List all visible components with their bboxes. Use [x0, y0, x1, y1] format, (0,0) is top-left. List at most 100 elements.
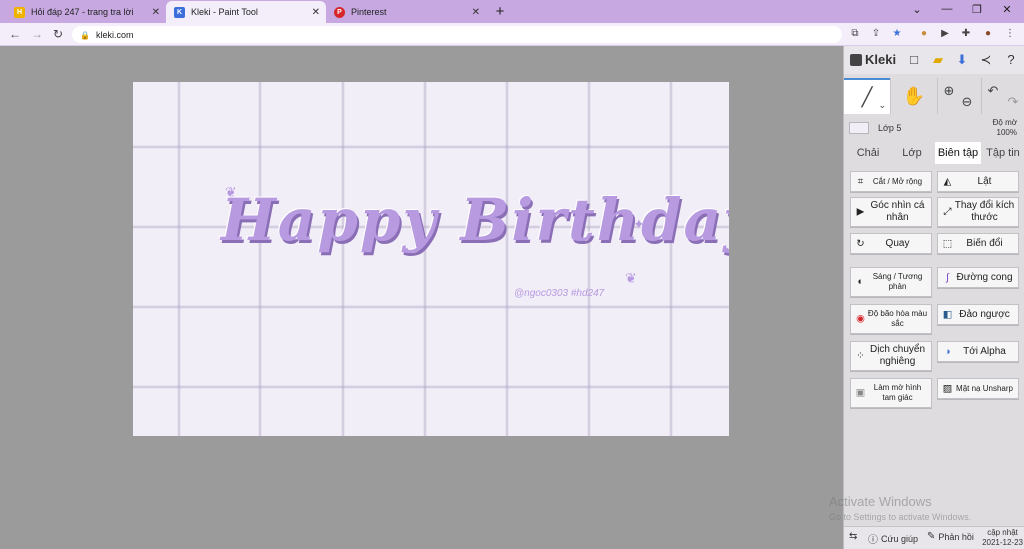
new-tab-button[interactable]: + — [492, 3, 508, 20]
drawing-canvas[interactable]: ❦ Happy Birthday ✦ ❦ @ngoc0303 #hd247 — [133, 82, 729, 436]
tab-kleki[interactable]: K Kleki - Paint Tool ✕ — [166, 1, 326, 23]
rotate-icon: ↻ — [856, 238, 865, 249]
extensions-puzzle-icon[interactable]: ✚ — [960, 28, 972, 40]
forward-arrow-icon[interactable]: → — [30, 27, 44, 41]
tab-file[interactable]: Tập tin — [982, 142, 1024, 164]
update-info[interactable]: cập nhật 2021-12-23 — [982, 528, 1023, 548]
url-text: kleki.com — [96, 29, 134, 40]
watermark-text: @ngoc0303 #hd247 — [514, 288, 605, 299]
undo-button[interactable]: ↶ — [982, 73, 1004, 109]
close-window-icon[interactable]: ✕ — [1000, 3, 1014, 16]
transform-button[interactable]: ⬚ Biến đổi — [937, 233, 1019, 254]
extension-cookie-icon[interactable]: ● — [918, 28, 930, 40]
resize-button[interactable]: ⤢ Thay đổi kích thước — [937, 197, 1019, 227]
panel-footer: ⇆ ⓘ Cứu giúp ✎ Phản hồi cập nhật 2021-12-2… — [844, 526, 1024, 549]
contrast-icon: ◐ — [857, 276, 864, 288]
canvas-workspace[interactable]: ❦ Happy Birthday ✦ ❦ @ngoc0303 #hd247 — [0, 46, 843, 549]
new-image-icon[interactable]: □ — [906, 52, 922, 68]
download-icon[interactable]: ⬇ — [954, 52, 970, 68]
grid-line — [133, 305, 729, 309]
feedback-button[interactable]: ✎ Phản hồi — [927, 531, 974, 542]
close-tab-icon[interactable]: ✕ — [312, 7, 320, 18]
invert-button[interactable]: ◧ Đảo ngược — [937, 304, 1019, 325]
browser-tab-strip: H Hỏi đáp 247 - trang tra lời ✕ K Kleki … — [0, 0, 1024, 23]
url-field[interactable]: 🔒 kleki.com — [72, 26, 842, 43]
bookmark-star-icon[interactable]: ★ — [891, 28, 903, 40]
close-tab-icon[interactable]: ✕ — [472, 7, 480, 18]
to-alpha-button[interactable]: ◑ Tới Alpha — [937, 341, 1019, 362]
pinterest-favicon-icon: P — [334, 6, 345, 18]
transform-icon: ⬚ — [942, 238, 953, 249]
layer-name: Lớp 5 — [878, 123, 902, 133]
kleki-side-panel: Kleki □ ▰ ⬇ ≺ ? ╱ ⌄ ✋ ⊕ ⊖ ↶ ↷ Lớp 5 Độ m… — [843, 46, 1024, 549]
unsharp-mask-icon: ▨ — [942, 383, 953, 394]
back-arrow-icon[interactable]: ← — [8, 27, 22, 41]
triangle-blur-button[interactable]: ▣ Làm mờ hình tam giác — [850, 378, 932, 408]
brush-tool[interactable]: ╱ ⌄ — [844, 78, 890, 114]
panel-tabs: Chải Lớp Biên tập Tập tin — [844, 142, 1024, 164]
grid-line — [505, 82, 509, 436]
to-alpha-icon: ◑ — [944, 346, 951, 357]
tab-edit[interactable]: Biên tập — [935, 142, 981, 164]
hue-saturation-button[interactable]: ◉ Độ bão hòa màu sắc — [850, 304, 932, 334]
tab-pinterest[interactable]: P Pinterest ✕ — [326, 1, 486, 23]
profile-avatar-icon[interactable]: ● — [982, 28, 994, 40]
grid-line — [133, 385, 729, 389]
grid-line — [341, 82, 345, 436]
tab-brush[interactable]: Chải — [848, 142, 888, 164]
grid-line — [423, 82, 427, 436]
tab-title: Pinterest — [351, 7, 387, 17]
flip-button[interactable]: ◭ Lật — [937, 171, 1019, 192]
active-layer-row[interactable]: Lớp 5 Độ mờ 100% — [844, 118, 1024, 138]
kleki-favicon-icon: K — [174, 6, 185, 18]
activate-windows-subtitle: Go to Settings to activate Windows. — [829, 512, 972, 522]
curves-icon: ∫ — [946, 272, 949, 283]
hand-tool[interactable]: ✋ — [891, 78, 937, 114]
kleki-logo[interactable]: Kleki — [850, 52, 896, 67]
redo-icon: ↷ — [1007, 94, 1019, 109]
help-button[interactable]: ⓘ Cứu giúp — [868, 531, 918, 547]
undo-icon: ↶ — [987, 83, 999, 98]
zoom-out-button[interactable]: ⊖ — [956, 84, 978, 120]
redo-button[interactable]: ↷ — [1002, 84, 1024, 120]
curves-button[interactable]: ∫ Đường cong — [937, 267, 1019, 288]
resize-icon: ⤢ — [943, 206, 952, 218]
minimize-icon[interactable]: — — [940, 3, 954, 15]
zoom-in-icon: ⊕ — [943, 83, 955, 98]
perspective-button[interactable]: ▶ Góc nhìn cá nhân — [850, 197, 932, 227]
layer-thumbnail — [849, 122, 869, 134]
extension-play-icon[interactable]: ▶ — [939, 28, 951, 40]
reload-icon[interactable]: ↻ — [51, 27, 65, 41]
share-icon[interactable]: ≺ — [978, 52, 994, 68]
triangle-blur-icon: ▣ — [855, 387, 866, 399]
saturation-icon: ◉ — [856, 313, 865, 325]
share-icon[interactable]: ⇪ — [870, 28, 882, 40]
tab-title: Hỏi đáp 247 - trang tra lời — [31, 7, 134, 17]
crop-extend-button[interactable]: ⌗ Cắt / Mở rộng — [850, 171, 932, 192]
close-tab-icon[interactable]: ✕ — [152, 7, 160, 18]
rotate-button[interactable]: ↻ Quay — [850, 233, 932, 254]
zoom-out-icon: ⊖ — [961, 94, 973, 109]
tool-bar: ╱ ⌄ ✋ ⊕ ⊖ ↶ ↷ — [844, 78, 1024, 114]
maximize-icon[interactable]: ❐ — [970, 3, 984, 16]
chevron-down-icon[interactable]: ⌄ — [878, 100, 886, 111]
hoidap-favicon-icon: H — [14, 6, 25, 18]
open-folder-icon[interactable]: ▰ — [930, 52, 946, 68]
grid-line — [587, 82, 591, 436]
tilt-shift-button[interactable]: ⁘ Dịch chuyển nghiêng — [850, 341, 932, 371]
tab-layers[interactable]: Lớp — [892, 142, 932, 164]
help-icon[interactable]: ? — [1003, 52, 1019, 68]
brightness-contrast-button[interactable]: ◐ Sáng / Tương phản — [850, 267, 932, 297]
tab-search-icon[interactable]: ⌄ — [910, 3, 924, 16]
happy-birthday-lettering: Happy Birthday — [221, 186, 729, 254]
perspective-icon: ▶ — [856, 206, 865, 218]
tilt-shift-icon: ⁘ — [856, 350, 865, 362]
unsharp-mask-button[interactable]: ▨ Mặt nạ Unsharp — [937, 378, 1019, 399]
help-circle-icon: ⓘ — [868, 535, 878, 546]
layer-opacity[interactable]: Độ mờ 100% — [993, 118, 1017, 138]
grid-line — [177, 82, 181, 436]
tab-hoidap[interactable]: H Hỏi đáp 247 - trang tra lời ✕ — [6, 1, 166, 23]
browser-menu-icon[interactable]: ⋮ — [1004, 28, 1016, 40]
swap-side-button[interactable]: ⇆ — [849, 531, 860, 542]
translate-icon[interactable]: ⧉ — [849, 28, 861, 40]
